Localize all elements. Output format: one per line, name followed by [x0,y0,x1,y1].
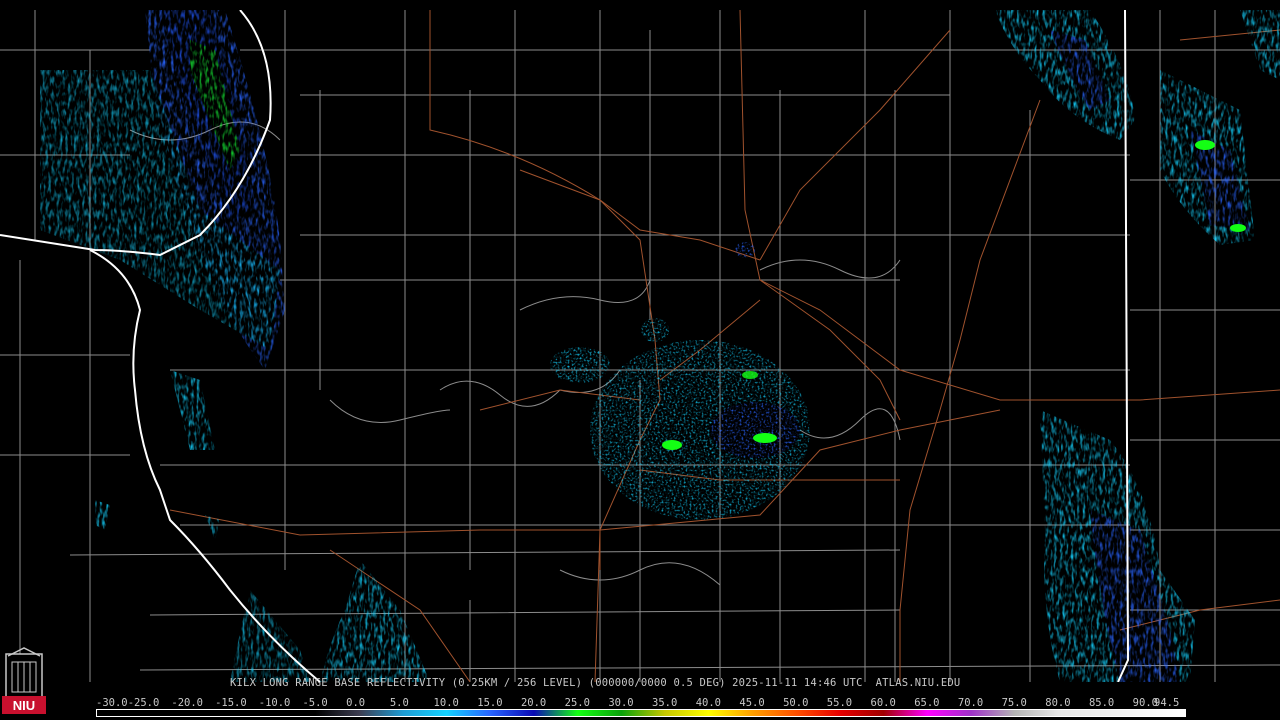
colorbar-tick-label: 80.0 [1045,697,1071,709]
colorbar-tick-label: -5.0 [302,697,328,709]
product-header: KILX LONG RANGE BASE REFLECTIVITY (0.25K… [230,677,961,689]
colorbar-tick-label: 10.0 [433,697,459,709]
colorbar-tick-label: 70.0 [957,697,984,709]
colorbar-tick-label: 60.0 [870,697,896,709]
colorbar-tick-label: 85.0 [1088,697,1115,709]
reflectivity-echoes [40,10,1280,682]
colorbar-tick-label: -10.0 [258,697,291,709]
colorbar-tick-label: 25.0 [564,697,590,709]
colorbar-tick-label: 55.0 [826,697,853,709]
colorbar-tick-label: -25.0 [127,697,160,709]
echo-ne-bands [995,10,1280,245]
colorbar-tick-label: 65.0 [914,697,940,709]
colorbar-tick-label: 35.0 [652,697,678,709]
colorbar-tick-label: -20.0 [171,697,203,709]
echo-nw-band [40,10,285,450]
colorbar-tick-label: -30.0 [96,697,128,709]
colorbar-tick-label: 0.0 [346,697,366,709]
colorbar-tick-label: 30.0 [608,697,634,709]
colorbar-tick-label: -15.0 [215,697,247,709]
colorbar-tick-label: 40.0 [695,697,722,709]
colorbar-tick-label: 5.0 [389,697,409,709]
colorbar-tick-labels: -30.0 -25.0 -20.0 -15.0 -10.0 -5.0 0.0 5.0 10.0 1… [96,697,1196,709]
map-canvas [0,10,1280,682]
colorbar-tick-label: 20.0 [520,697,547,709]
colorbar-tick-label: 15.0 [477,697,503,709]
colorbar-tick-label: 75.0 [1001,697,1027,709]
echo-radar-clutter [550,242,810,520]
echo-se-band [1040,410,1195,682]
radar-map: KILX LONG RANGE BASE REFLECTIVITY (0.25K… [0,0,1280,720]
colorbar-tick-label: 94.5 [1154,697,1180,709]
logo-text: NIU [13,698,35,713]
colorbar-tick-label: 50.0 [783,697,809,709]
colorbar-tick-label: 45.0 [739,697,765,709]
niu-logo: NIU [2,647,46,714]
reflectivity-colorbar [96,709,1186,717]
